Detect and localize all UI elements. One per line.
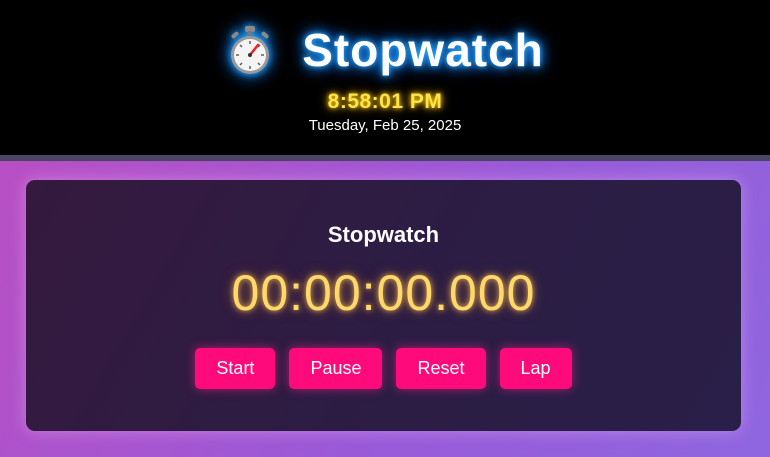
control-buttons: Start Pause Reset Lap	[26, 348, 741, 389]
app-header: Stopwatch 8:58:01 PM Tuesday, Feb 25, 20…	[0, 0, 770, 155]
stopwatch-title: Stopwatch	[327, 222, 440, 247]
reset-button[interactable]: Reset	[396, 348, 486, 389]
lap-button[interactable]: Lap	[499, 348, 572, 389]
title-row: Stopwatch	[0, 20, 770, 80]
current-time: 8:58:01 PM	[327, 90, 443, 113]
app-title: Stopwatch	[302, 24, 544, 76]
stopwatch-card: Stopwatch 00:00:00.000 Start Pause Reset…	[26, 180, 741, 431]
main-area: Stopwatch 00:00:00.000 Start Pause Reset…	[0, 161, 770, 457]
start-button[interactable]: Start	[195, 348, 276, 389]
pause-button[interactable]: Pause	[289, 348, 383, 389]
current-date: Tuesday, Feb 25, 2025	[308, 117, 462, 134]
stopwatch-display: 00:00:00.000	[231, 265, 536, 321]
stopwatch-icon	[226, 24, 274, 76]
